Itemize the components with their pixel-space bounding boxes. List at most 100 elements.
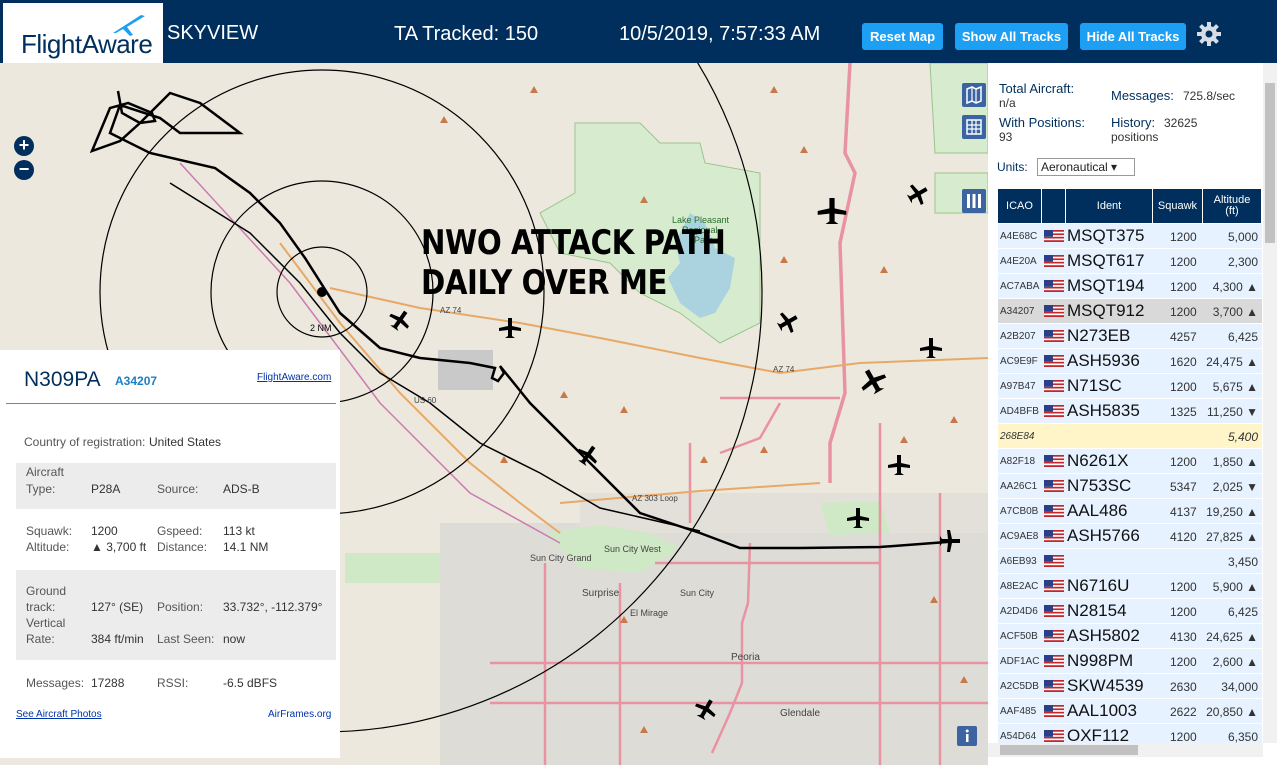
table-row[interactable]: A2C5DB SKW4539 2630 34,000 [998, 674, 1262, 699]
table-row[interactable]: AAF485 AAL1003 2622 20,850 ▲ [998, 699, 1262, 724]
table-row[interactable]: 268E84 5,400 [998, 424, 1262, 449]
vertical-scrollbar[interactable] [1263, 63, 1277, 743]
rssi-label: RSSI: [157, 676, 189, 690]
table-header: ICAO Ident Squawk Altitude (ft) [998, 189, 1262, 223]
cell-icao: A2D4D6 [1000, 606, 1038, 617]
units-select[interactable]: Aeronautical ▾ [1037, 158, 1135, 176]
table-row[interactable]: A7CB0B AAL486 4137 19,250 ▲ [998, 499, 1262, 524]
map-label: Surprise [582, 588, 620, 599]
zoom-in-button[interactable]: + [14, 136, 34, 156]
table-row[interactable]: A4E68C MSQT375 1200 5,000 [998, 224, 1262, 249]
table-row[interactable]: AC9E9F ASH5936 1620 24,475 ▲ [998, 349, 1262, 374]
column-header-flag[interactable] [1042, 189, 1065, 223]
cell-altitude: 11,250 ▼ [1206, 405, 1258, 419]
scrollbar-thumb[interactable] [1000, 745, 1138, 755]
table-row[interactable]: A97B47 N71SC 1200 5,675 ▲ [998, 374, 1262, 399]
header-bar: FlightAware SKYVIEW TA Tracked: 150 10/5… [0, 0, 1277, 63]
aircraft-icon[interactable] [904, 179, 932, 208]
cell-altitude: 20,850 ▲ [1206, 705, 1258, 719]
flightaware-link[interactable]: FlightAware.com [257, 372, 331, 383]
column-header-ident[interactable]: Ident [1066, 189, 1152, 223]
cell-icao: AC9E9F [1000, 356, 1038, 367]
messages-rate-value: 725.8/sec [1183, 89, 1236, 103]
table-row[interactable]: ADF1AC N998PM 1200 2,600 ▲ [998, 649, 1262, 674]
history-unit: positions [1111, 130, 1159, 144]
cell-squawk: 1200 [1170, 305, 1197, 319]
cell-squawk: 1200 [1170, 280, 1197, 294]
aircraft-icon[interactable] [817, 198, 847, 224]
source-label: Source: [157, 482, 199, 496]
table-row[interactable]: AA26C1 N753SC 5347 2,025 ▼ [998, 474, 1262, 499]
cell-squawk: 5347 [1170, 480, 1197, 494]
table-row[interactable]: A34207 MSQT912 1200 3,700 ▲ [998, 299, 1262, 324]
urban-area [440, 523, 988, 765]
column-header-squawk[interactable]: Squawk [1153, 189, 1202, 223]
cell-squawk: 4120 [1170, 530, 1197, 544]
squawk-value: 1200 [91, 524, 118, 538]
reset-map-button[interactable]: Reset Map [862, 23, 943, 50]
aircraft-icon[interactable] [920, 338, 942, 358]
table-row[interactable]: AC7ABA MSQT194 1200 4,300 ▲ [998, 274, 1262, 299]
units-label: Units: [997, 160, 1028, 174]
table-row[interactable]: A2B207 N273EB 4257 6,425 [998, 324, 1262, 349]
country-label: Country of registration: [24, 435, 146, 449]
with-positions-value: 93 [999, 130, 1013, 144]
table-row[interactable]: AD4BFB ASH5835 1325 11,250 ▼ [998, 399, 1262, 424]
last-seen-value: now [223, 632, 246, 646]
table-row[interactable]: ACF50B ASH5802 4130 24,625 ▲ [998, 624, 1262, 649]
aircraft-icon[interactable] [774, 307, 802, 336]
table-row[interactable]: A2D4D6 N28154 1200 6,425 [998, 599, 1262, 624]
rssi-value: -6.5 dBFS [223, 676, 278, 690]
info-icon[interactable] [957, 726, 977, 746]
table-row[interactable]: A4E20A MSQT617 1200 2,300 [998, 249, 1262, 274]
cell-altitude: 27,825 ▲ [1206, 530, 1258, 544]
horizontal-scrollbar[interactable] [988, 743, 1263, 757]
cell-icao: A7CB0B [1000, 506, 1039, 517]
cell-icao: A82F18 [1000, 456, 1036, 467]
map-label: Glendale [780, 708, 820, 719]
squawk-label: Squawk: [26, 524, 73, 538]
aircraft-photos-link[interactable]: See Aircraft Photos [16, 709, 102, 720]
us-flag-icon [1044, 530, 1064, 542]
messages-value: 17288 [91, 676, 125, 690]
aircraft-icon[interactable] [888, 455, 910, 475]
map-label: Sun City West [604, 544, 661, 554]
cell-altitude: 6,350 [1227, 730, 1258, 744]
us-flag-icon [1044, 505, 1064, 517]
table-row[interactable]: AC9AE8 ASH5766 4120 27,825 ▲ [998, 524, 1262, 549]
table-row[interactable]: A6EB93 3,450 [998, 549, 1262, 574]
cell-altitude: 2,300 [1227, 255, 1258, 269]
gear-icon[interactable] [1196, 21, 1222, 47]
distance-value: 14.1 NM [223, 540, 269, 554]
scrollbar-thumb[interactable] [1265, 83, 1275, 243]
grid-icon[interactable] [962, 115, 986, 139]
aircraft-icon-selected[interactable] [573, 440, 602, 469]
cell-ident: SKW4539 [1067, 676, 1144, 695]
flightaware-logo[interactable]: FlightAware [3, 3, 163, 63]
ta-tracked-count: TA Tracked: 150 [394, 23, 539, 45]
us-flag-icon [1044, 330, 1064, 342]
airframes-link[interactable]: AirFrames.org [268, 709, 331, 720]
aircraft-icon[interactable] [385, 305, 414, 334]
us-flag-icon [1044, 705, 1064, 717]
cell-squawk: 1200 [1170, 730, 1197, 744]
zoom-out-button[interactable]: − [14, 160, 34, 180]
table-row[interactable]: A8E2AC N6716U 1200 5,900 ▲ [998, 574, 1262, 599]
cell-icao: A2C5DB [1000, 681, 1039, 692]
show-all-tracks-button[interactable]: Show All Tracks [955, 23, 1068, 50]
table-row[interactable]: A82F18 N6261X 1200 1,850 ▲ [998, 449, 1262, 474]
aircraft-icon[interactable] [856, 364, 891, 398]
history-label: History: [1111, 115, 1156, 130]
column-header-altitude[interactable]: Altitude (ft) [1203, 189, 1261, 223]
aircraft-info-panel: N309PA A34207 FlightAware.com Country of… [0, 350, 340, 758]
position-label: Position: [157, 600, 204, 614]
total-aircraft-value: n/a [999, 96, 1016, 110]
columns-toggle-icon[interactable] [962, 189, 986, 213]
aircraft-list-sidebar: Total Aircraft: n/a With Positions: 93 M… [988, 63, 1277, 765]
column-header-icao[interactable]: ICAO [998, 189, 1041, 223]
map-layers-icon[interactable] [962, 83, 986, 107]
hide-all-tracks-button[interactable]: Hide All Tracks [1080, 23, 1186, 50]
cell-ident: N6716U [1067, 576, 1130, 595]
us-flag-icon [1044, 680, 1064, 692]
overlay-caption: NWO ATTACK PATH DAILY OVER ME [421, 223, 726, 303]
